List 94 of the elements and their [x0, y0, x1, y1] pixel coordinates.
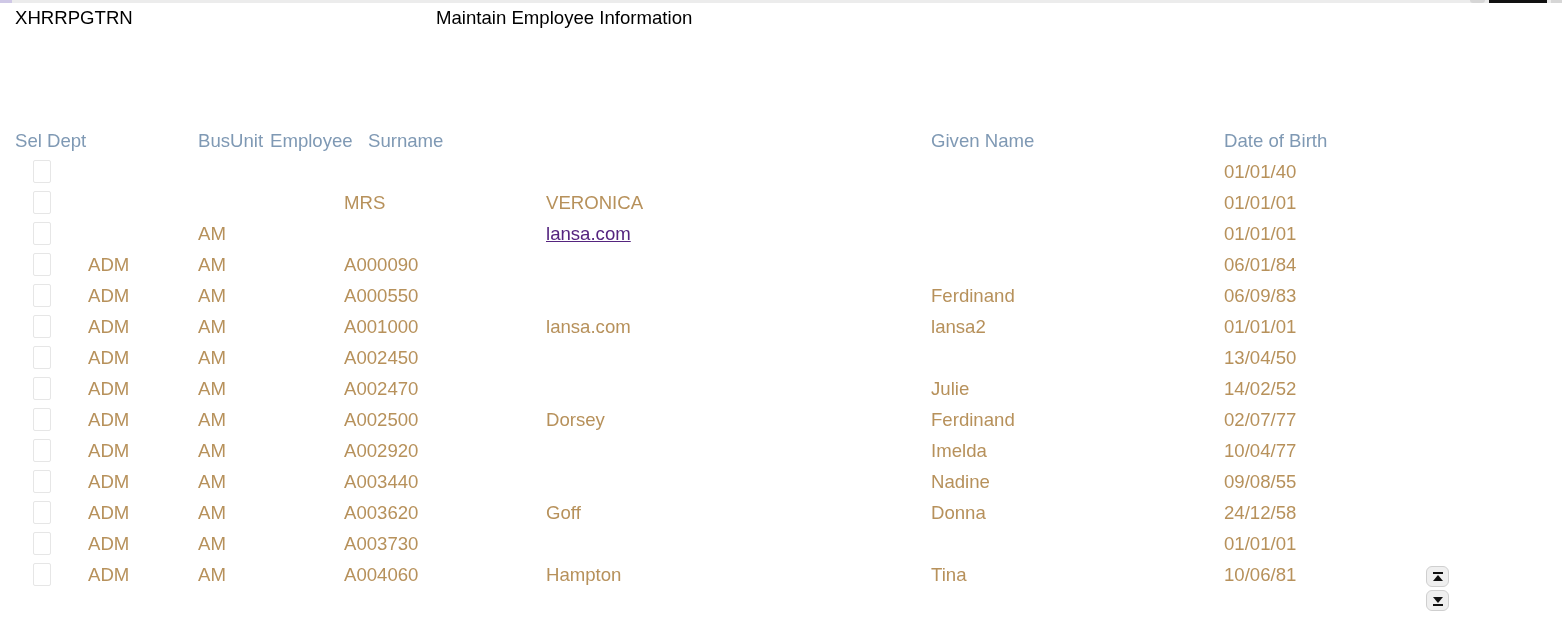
table-cell: A001000 [344, 316, 419, 337]
table-cell: VERONICA [546, 192, 644, 213]
strip-segment [1551, 0, 1562, 3]
table-cell: 09/08/55 [1224, 471, 1297, 492]
table-cell: ADM [88, 409, 130, 430]
row-checkbox[interactable] [33, 532, 51, 555]
table-cell: 10/06/81 [1224, 564, 1297, 585]
table-cell: A000090 [344, 254, 419, 275]
program-name: XHRRPGTRN [15, 7, 133, 28]
table-cell: A003440 [344, 471, 419, 492]
table-cell: 13/04/50 [1224, 347, 1297, 368]
row-checkbox[interactable] [33, 253, 51, 276]
table-cell: Hampton [546, 564, 622, 585]
row-checkbox[interactable] [33, 377, 51, 400]
table-cell: AM [198, 409, 226, 430]
table-cell: AM [198, 378, 226, 399]
table-cell: lansa2 [931, 316, 986, 337]
table-cell: Julie [931, 378, 970, 399]
row-checkbox[interactable] [33, 439, 51, 462]
row-checkbox[interactable] [33, 470, 51, 493]
table-cell: ADM [88, 316, 130, 337]
row-checkbox[interactable] [33, 160, 51, 183]
table-cell: Imelda [931, 440, 987, 461]
table-cell: Goff [546, 502, 581, 523]
table-cell: AM [198, 533, 226, 554]
table-cell: ADM [88, 285, 130, 306]
table-cell: AM [198, 440, 226, 461]
table-cell: ADM [88, 502, 130, 523]
table-cell: 10/04/77 [1224, 440, 1297, 461]
row-checkbox[interactable] [33, 284, 51, 307]
table-cell: 02/07/77 [1224, 409, 1297, 430]
strip-segment [1470, 0, 1485, 3]
table-cell: lansa.com [546, 316, 631, 337]
column-header: Employee [270, 130, 353, 151]
table-cell: ADM [88, 347, 130, 368]
table-cell: Ferdinand [931, 285, 1015, 306]
table-cell: AM [198, 564, 226, 585]
table-cell: 14/02/52 [1224, 378, 1297, 399]
table-cell: AM [198, 285, 226, 306]
table-cell: ADM [88, 378, 130, 399]
column-header: Sel [15, 130, 42, 151]
row-checkbox[interactable] [33, 315, 51, 338]
surname-link[interactable]: lansa.com [546, 223, 631, 244]
table-cell: A002500 [344, 409, 419, 430]
table-cell: A003730 [344, 533, 419, 554]
table-cell: MRS [344, 192, 386, 213]
row-checkbox[interactable] [33, 191, 51, 214]
table-cell: 01/01/40 [1224, 161, 1297, 182]
table-cell: A002470 [344, 378, 419, 399]
table-cell: AM [198, 471, 226, 492]
row-checkbox[interactable] [33, 346, 51, 369]
table-cell: AM [198, 502, 226, 523]
table-cell: 24/12/58 [1224, 502, 1297, 523]
page-title: Maintain Employee Information [436, 7, 693, 28]
scroll-to-top-button[interactable] [1426, 566, 1449, 587]
column-header: Date of Birth [1224, 130, 1328, 151]
table-cell: AM [198, 316, 226, 337]
column-header: BusUnit [198, 130, 264, 151]
table-cell: Dorsey [546, 409, 605, 430]
column-header: Dept [47, 130, 87, 151]
table-cell: 01/01/01 [1224, 316, 1297, 337]
table-cell: ADM [88, 254, 130, 275]
strip-segment [1489, 0, 1547, 3]
column-header: Given Name [931, 130, 1035, 151]
bar-down-arrow-icon [1432, 595, 1443, 606]
table-cell: A002920 [344, 440, 419, 461]
table-cell: Donna [931, 502, 986, 523]
row-checkbox[interactable] [33, 563, 51, 586]
table-cell: Tina [931, 564, 967, 585]
table-cell: 01/01/01 [1224, 223, 1297, 244]
column-header: Surname [368, 130, 444, 151]
table-cell: Ferdinand [931, 409, 1015, 430]
table-cell: A003620 [344, 502, 419, 523]
table-cell: A000550 [344, 285, 419, 306]
row-checkbox[interactable] [33, 501, 51, 524]
row-checkbox[interactable] [33, 408, 51, 431]
table-cell: AM [198, 223, 226, 244]
table-cell: ADM [88, 564, 130, 585]
bar-up-arrow-icon [1432, 571, 1443, 582]
table-cell: AM [198, 254, 226, 275]
table-cell: 06/09/83 [1224, 285, 1297, 306]
table-cell: 01/01/01 [1224, 192, 1297, 213]
table-cell: ADM [88, 440, 130, 461]
scroll-to-bottom-button[interactable] [1426, 590, 1449, 611]
table-cell: Nadine [931, 471, 990, 492]
table-cell: 01/01/01 [1224, 533, 1297, 554]
table-cell: A002450 [344, 347, 419, 368]
strip-segment [0, 0, 12, 3]
table-cell: A004060 [344, 564, 419, 585]
table-cell: ADM [88, 471, 130, 492]
row-checkbox[interactable] [33, 222, 51, 245]
table-cell: AM [198, 347, 226, 368]
table-cell: 06/01/84 [1224, 254, 1297, 275]
table-cell: ADM [88, 533, 130, 554]
